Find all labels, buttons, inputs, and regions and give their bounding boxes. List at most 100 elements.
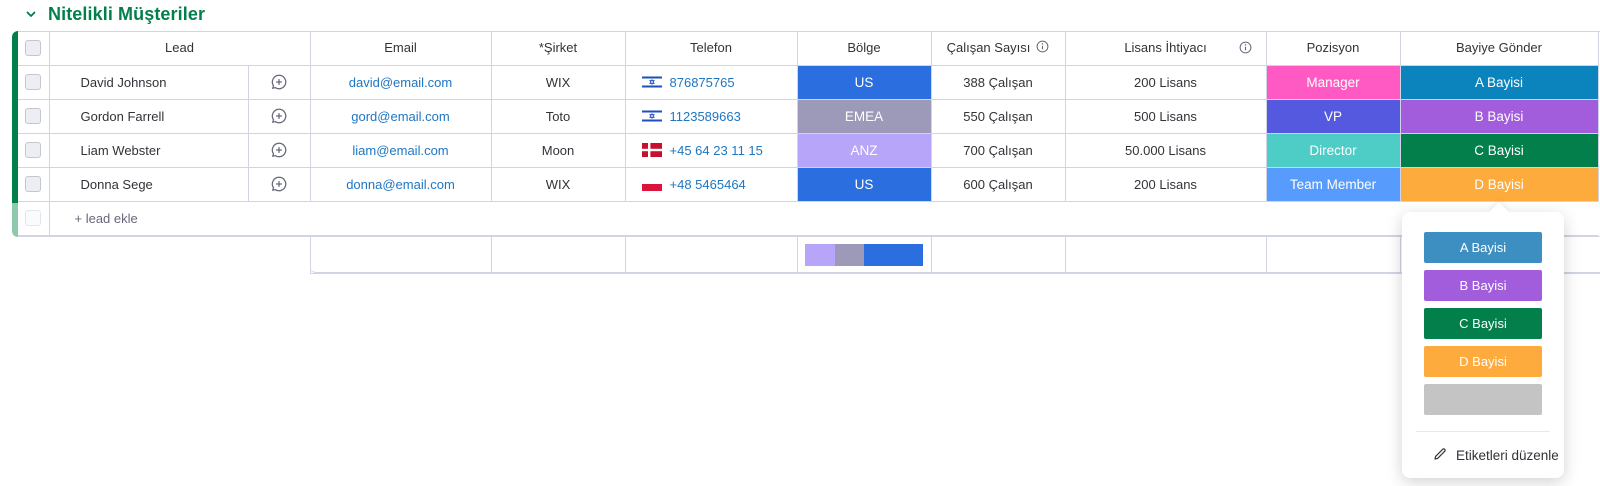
column-header-position[interactable]: Pozisyon [1265, 31, 1401, 66]
add-row-select-cell [18, 200, 50, 236]
israel-flag-icon [641, 75, 662, 89]
conversation-cell[interactable] [247, 64, 311, 100]
table-row[interactable]: David Johnson david@email.com WIX 876875… [18, 64, 1599, 100]
phone-cell[interactable]: +45 64 23 11 15 [624, 132, 798, 168]
position-status[interactable]: VP [1265, 98, 1401, 134]
select-all-checkbox[interactable] [25, 40, 42, 57]
dealer-status[interactable]: D Bayisi [1399, 166, 1599, 202]
info-icon[interactable] [1239, 41, 1252, 57]
chevron-down-icon[interactable] [24, 7, 38, 21]
leads-table: Lead Email *Şirket Telefon Bölge Çalışan… [18, 31, 1599, 236]
email-link[interactable]: liam@email.com [309, 132, 492, 168]
position-status[interactable]: Manager [1265, 64, 1401, 100]
position-status[interactable]: Team Member [1265, 166, 1401, 202]
position-status[interactable]: Director [1265, 132, 1401, 168]
summary-region[interactable] [796, 237, 932, 274]
conversation-cell[interactable] [247, 166, 311, 202]
add-update-icon[interactable] [249, 175, 309, 193]
column-header-license[interactable]: Lisans İhtiyacı [1064, 31, 1267, 66]
license-need[interactable]: 50.000 Lisans [1064, 132, 1267, 168]
phone-number[interactable]: 876875765 [670, 75, 735, 90]
edit-labels-button[interactable]: Etiketleri düzenle [1432, 441, 1559, 469]
dropdown-option-a[interactable]: A Bayisi [1424, 232, 1542, 263]
group-title[interactable]: Nitelikli Müşteriler [48, 4, 205, 25]
phone-number[interactable]: +48 5465464 [670, 177, 746, 192]
lead-name[interactable]: Liam Webster [48, 132, 249, 168]
license-need[interactable]: 500 Lisans [1064, 98, 1267, 134]
row-select-cell [18, 132, 50, 168]
lead-name[interactable]: Donna Sege [48, 166, 249, 202]
conversation-cell[interactable] [247, 98, 311, 134]
dropdown-option-empty[interactable] [1424, 384, 1542, 415]
dealer-status[interactable]: B Bayisi [1399, 98, 1599, 134]
add-update-icon[interactable] [249, 73, 309, 91]
add-update-icon[interactable] [249, 107, 309, 125]
group-header: Nitelikli Müşteriler [24, 2, 205, 26]
column-header-email[interactable]: Email [309, 31, 492, 66]
region-status[interactable]: US [796, 64, 932, 100]
column-header-lead[interactable]: Lead [48, 31, 311, 66]
email-link[interactable]: donna@email.com [309, 166, 492, 202]
region-status[interactable]: ANZ [796, 132, 932, 168]
pencil-icon [1432, 446, 1448, 465]
employee-count[interactable]: 700 Çalışan [930, 132, 1066, 168]
row-checkbox[interactable] [25, 142, 42, 159]
company-cell[interactable]: Moon [490, 132, 626, 168]
info-icon[interactable] [1036, 40, 1049, 56]
dropdown-option-b[interactable]: B Bayisi [1424, 270, 1542, 301]
region-distribution-bar[interactable] [805, 243, 924, 266]
company-cell[interactable]: WIX [490, 166, 626, 202]
license-need[interactable]: 200 Lisans [1064, 64, 1267, 100]
denmark-flag-icon [641, 143, 662, 157]
dropdown-divider [1416, 431, 1550, 432]
table-row[interactable]: Donna Sege donna@email.com WIX +48 54654… [18, 166, 1599, 202]
column-header-region[interactable]: Bölge [796, 31, 932, 66]
lead-name[interactable]: David Johnson [48, 64, 249, 100]
phone-cell[interactable]: 876875765 [624, 64, 798, 100]
phone-cell[interactable]: +48 5465464 [624, 166, 798, 202]
column-header-employees[interactable]: Çalışan Sayısı [930, 31, 1066, 66]
summary-company [490, 237, 626, 274]
row-checkbox[interactable] [25, 176, 42, 193]
row-checkbox[interactable] [25, 108, 42, 125]
employee-count[interactable]: 600 Çalışan [930, 166, 1066, 202]
column-header-company[interactable]: *Şirket [490, 31, 626, 66]
summary-phone [624, 237, 798, 274]
add-update-icon[interactable] [249, 141, 309, 159]
phone-number[interactable]: 1123589663 [670, 109, 741, 124]
dropdown-option-c[interactable]: C Bayisi [1424, 308, 1542, 339]
region-status[interactable]: US [796, 166, 932, 202]
dealer-status[interactable]: C Bayisi [1399, 132, 1599, 168]
edit-labels-text: Etiketleri düzenle [1456, 447, 1559, 463]
dropdown-option-d[interactable]: D Bayisi [1424, 346, 1542, 377]
license-need[interactable]: 200 Lisans [1064, 166, 1267, 202]
summary-license [1064, 237, 1267, 274]
lead-name[interactable]: Gordon Farrell [48, 98, 249, 134]
column-header-phone[interactable]: Telefon [624, 31, 798, 66]
distribution-segment-anz [805, 243, 835, 266]
add-lead-button[interactable]: + lead ekle [48, 200, 1598, 236]
conversation-cell[interactable] [247, 132, 311, 168]
summary-email [310, 237, 492, 274]
row-select-cell [18, 166, 50, 202]
company-cell[interactable]: WIX [490, 64, 626, 100]
israel-flag-icon [641, 109, 662, 123]
employee-count[interactable]: 550 Çalışan [930, 98, 1066, 134]
add-lead-row[interactable]: + lead ekle [18, 200, 1598, 236]
table-row[interactable]: Gordon Farrell gord@email.com Toto 11235… [18, 98, 1599, 134]
email-link[interactable]: david@email.com [309, 64, 492, 100]
region-status[interactable]: EMEA [796, 98, 932, 134]
column-header-dealer[interactable]: Bayiye Gönder [1399, 31, 1599, 66]
employee-count[interactable]: 388 Çalışan [930, 64, 1066, 100]
company-cell[interactable]: Toto [490, 98, 626, 134]
distribution-segment-us [864, 243, 924, 266]
email-link[interactable]: gord@email.com [309, 98, 492, 134]
phone-number[interactable]: +45 64 23 11 15 [670, 143, 763, 158]
phone-cell[interactable]: 1123589663 [624, 98, 798, 134]
dealer-status[interactable]: A Bayisi [1399, 64, 1599, 100]
add-row-checkbox [25, 210, 42, 227]
row-checkbox[interactable] [25, 74, 42, 91]
summary-position [1265, 237, 1401, 274]
row-select-cell [18, 64, 50, 100]
table-row[interactable]: Liam Webster liam@email.com Moon +45 64 … [18, 132, 1599, 168]
